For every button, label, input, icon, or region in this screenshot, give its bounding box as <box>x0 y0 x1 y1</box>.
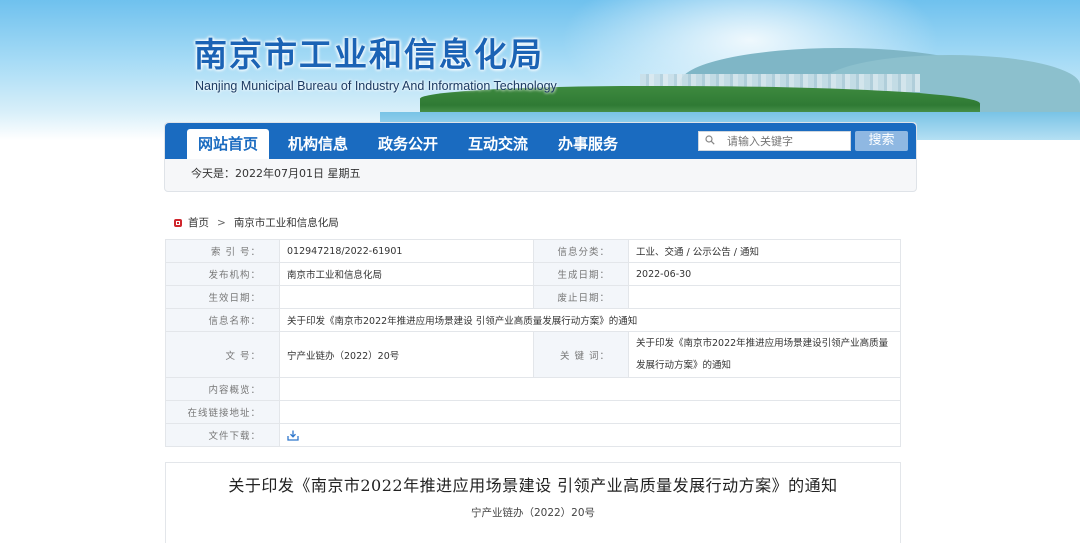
publisher-label: 发布机构： <box>165 262 280 286</box>
doc-number-value: 宁产业链办（2022）20号 <box>279 331 534 378</box>
summary-value <box>279 377 901 401</box>
publisher-value: 南京市工业和信息化局 <box>279 262 534 286</box>
table-row: 发布机构： 南京市工业和信息化局 生成日期： 2022-06-30 <box>165 262 901 286</box>
article-title: 关于印发《南京市2022年推进应用场景建设 引领产业高质量发展行动方案》的通知 <box>228 476 838 495</box>
file-download-label: 文件下载： <box>165 423 280 447</box>
search-input[interactable] <box>698 131 851 151</box>
nav-item-interaction[interactable]: 互动交流 <box>458 123 538 159</box>
main-nav: 网站首页 机构信息 政务公开 互动交流 办事服务 搜索 <box>165 123 916 159</box>
breadcrumb-current[interactable]: 南京市工业和信息化局 <box>234 215 339 230</box>
keywords-value: 关于印发《南京市2022年推进应用场景建设引领产业高质量发展行动方案》的通知 <box>628 331 901 378</box>
table-row: 内容概览： <box>165 377 901 401</box>
online-link-value[interactable] <box>279 400 901 424</box>
site-subtitle: Nanjing Municipal Bureau of Industry And… <box>195 79 557 93</box>
site-banner: 南京市工业和信息化局 Nanjing Municipal Bureau of I… <box>0 0 1080 140</box>
nav-panel: 网站首页 机构信息 政务公开 互动交流 办事服务 搜索 今天是：2022年07月… <box>164 122 917 192</box>
table-row: 信息名称： 关于印发《南京市2022年推进应用场景建设 引领产业高质量发展行动方… <box>165 308 901 332</box>
table-row: 生效日期： 废止日期： <box>165 285 901 309</box>
doc-number-label: 文 号： <box>165 331 280 378</box>
summary-label: 内容概览： <box>165 377 280 401</box>
breadcrumb-home-link[interactable]: 首页 <box>188 215 209 230</box>
info-name-value: 关于印发《南京市2022年推进应用场景建设 引领产业高质量发展行动方案》的通知 <box>279 308 901 332</box>
table-row: 索 引 号： 012947218/2022-61901 信息分类： 工业、交通 … <box>165 239 901 263</box>
nav-item-organization[interactable]: 机构信息 <box>278 123 358 159</box>
expiry-date-value <box>628 285 901 309</box>
current-date: 今天是：2022年07月01日 星期五 <box>191 167 361 180</box>
breadcrumb-separator: > <box>217 216 226 229</box>
category-label: 信息分类： <box>533 239 629 263</box>
nav-item-services[interactable]: 办事服务 <box>548 123 628 159</box>
index-value: 012947218/2022-61901 <box>279 239 534 263</box>
search-button[interactable]: 搜索 <box>855 131 908 151</box>
index-label: 索 引 号： <box>165 239 280 263</box>
breadcrumb: 首页 > 南京市工业和信息化局 <box>174 215 339 230</box>
nav-item-government-affairs[interactable]: 政务公开 <box>368 123 448 159</box>
document-info-table: 索 引 号： 012947218/2022-61901 信息分类： 工业、交通 … <box>165 239 901 447</box>
keywords-label: 关 键 词： <box>533 331 629 378</box>
generated-date-label: 生成日期： <box>533 262 629 286</box>
expiry-date-label: 废止日期： <box>533 285 629 309</box>
table-row: 在线链接地址： <box>165 400 901 424</box>
category-value: 工业、交通 / 公示公告 / 通知 <box>628 239 901 263</box>
download-icon[interactable] <box>287 430 299 441</box>
file-download-cell <box>279 423 901 447</box>
effective-date-value <box>279 285 534 309</box>
table-row: 文件下载： <box>165 423 901 447</box>
table-row: 文 号： 宁产业链办（2022）20号 关 键 词： 关于印发《南京市2022年… <box>165 331 901 378</box>
home-icon <box>174 218 182 227</box>
article-doc-number: 宁产业链办（2022）20号 <box>470 507 596 519</box>
site-title: 南京市工业和信息化局 <box>194 35 544 74</box>
nav-item-home[interactable]: 网站首页 <box>187 129 269 159</box>
online-link-label: 在线链接地址： <box>165 400 280 424</box>
info-name-label: 信息名称： <box>165 308 280 332</box>
search-icon <box>705 135 715 145</box>
effective-date-label: 生效日期： <box>165 285 280 309</box>
generated-date-value: 2022-06-30 <box>628 262 901 286</box>
